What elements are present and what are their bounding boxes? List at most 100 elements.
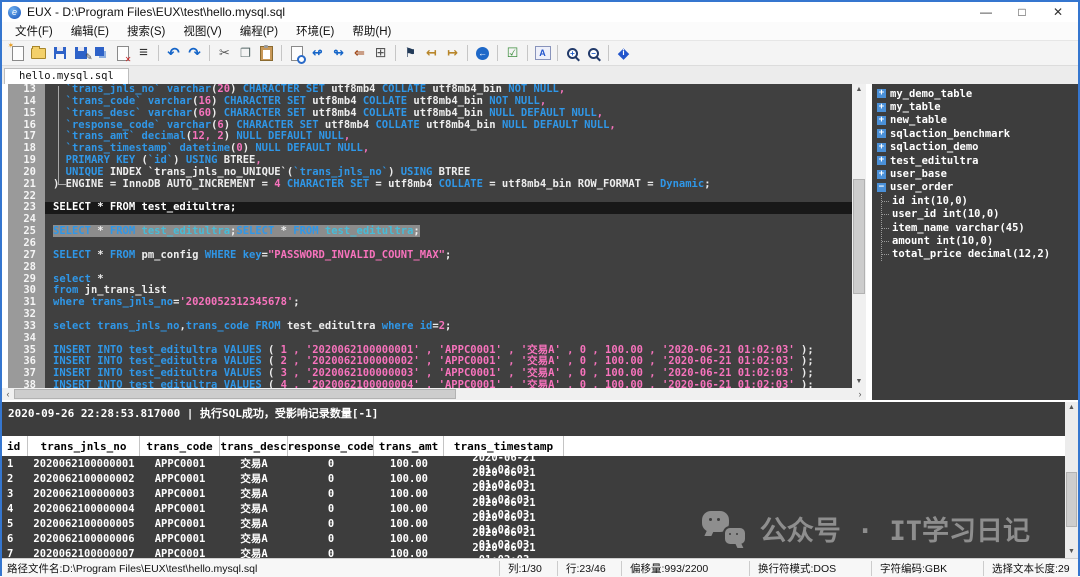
paste-icon[interactable] [257,44,276,63]
menu-item-6[interactable]: 帮助(H) [343,22,400,40]
save-as-icon[interactable] [71,44,90,63]
code-line[interactable]: 31where trans_jnls_no='2020052312345678'… [2,297,852,309]
tree-column-item[interactable]: id int(10,0) [882,194,1078,207]
scroll-left-icon[interactable]: ‹ [2,388,14,400]
next-bookmark-icon[interactable] [443,44,462,63]
tree-item-new_table[interactable]: +new_table [877,114,1078,127]
line-number: 34 [2,333,45,345]
column-header-trans_timestamp[interactable]: trans_timestamp [444,436,564,456]
line-number: 14 [2,96,45,108]
tree-item-sqlaction_benchmark[interactable]: +sqlaction_benchmark [877,127,1078,140]
zoom-in-icon[interactable] [563,44,582,63]
editor-vertical-scrollbar[interactable]: ▲ ▼ [852,84,866,388]
collapse-icon[interactable]: − [877,183,886,192]
code-line-text: SELECT * FROM test_editultra; [45,202,852,214]
copy-icon[interactable] [236,44,255,63]
menu-item-1[interactable]: 编辑(E) [62,22,118,40]
editor-horizontal-scrollbar[interactable]: ‹ › [2,388,866,400]
code-line[interactable]: 28 [2,262,852,274]
table-cell: APPC0001 [140,548,220,559]
line-list-icon[interactable] [134,44,153,63]
column-header-response_code[interactable]: response_code [288,436,374,456]
expand-icon[interactable]: + [877,170,886,179]
maximize-button[interactable]: □ [1004,3,1040,21]
column-header-id[interactable]: id [2,436,28,456]
code-line[interactable]: 38INSERT INTO test_editultra VALUES ( 4 … [2,380,852,388]
column-header-trans_code[interactable]: trans_code [140,436,220,456]
table-cell: 100.00 [374,458,444,470]
menu-item-4[interactable]: 编程(P) [231,22,287,40]
close-button[interactable]: ✕ [1040,3,1076,21]
scrollbar-thumb[interactable] [1066,472,1077,527]
scrollbar-thumb[interactable] [853,179,865,294]
scrollbar-thumb[interactable] [14,389,456,399]
expand-icon[interactable]: + [877,89,886,98]
table-cell: APPC0001 [140,518,220,530]
scroll-down-icon[interactable]: ▼ [1065,546,1078,558]
menu-item-5[interactable]: 环境(E) [287,22,343,40]
bookmark-icon[interactable] [401,44,420,63]
menu-item-2[interactable]: 搜索(S) [118,22,174,40]
expand-icon[interactable]: + [877,129,886,138]
code-line[interactable]: 27SELECT * FROM pm_config WHERE key="PAS… [2,250,852,262]
scroll-up-icon[interactable]: ▲ [852,84,866,96]
minimize-button[interactable]: — [968,3,1004,21]
expand-icon[interactable]: + [877,143,886,152]
column-header-trans_jnls_no[interactable]: trans_jnls_no [28,436,140,456]
column-header-trans_desc[interactable]: trans_desc [220,436,288,456]
redo-icon[interactable] [185,44,204,63]
line-number: 28 [2,262,45,274]
about-icon[interactable] [614,44,633,63]
watermark-text: 公众号 · IT学习日记 [760,509,1030,548]
tree-item-user_base[interactable]: +user_base [877,167,1078,180]
tree-column-item[interactable]: user_id int(10,0) [882,208,1078,221]
tree-item-sqlaction_demo[interactable]: +sqlaction_demo [877,141,1078,154]
jump-back-icon[interactable] [350,44,369,63]
search-next-icon[interactable] [329,44,348,63]
tree-item-user_order[interactable]: −user_order [877,181,1078,194]
table-cell: 2020062100000007 [28,548,140,559]
tab-active-file[interactable]: hello.mysql.sql [4,68,129,84]
open-file-icon[interactable] [29,44,48,63]
tree-item-my_table[interactable]: +my_table [877,100,1078,113]
column-header-trans_amt[interactable]: trans_amt [374,436,444,456]
app-logo-icon [8,6,21,19]
new-file-icon[interactable] [8,44,27,63]
go-back-icon[interactable] [473,44,492,63]
save-all-icon[interactable] [92,44,111,63]
cut-icon[interactable] [215,44,234,63]
table-cell: 交易A [220,546,288,558]
code-editor[interactable]: 13 `trans_jnls_no` varchar(20) CHARACTER… [2,84,852,388]
expand-icon[interactable]: + [877,156,886,165]
tree-item-my_demo_table[interactable]: +my_demo_table [877,87,1078,100]
close-file-icon[interactable] [113,44,132,63]
table-cell: 2020062100000002 [28,473,140,485]
code-line[interactable]: 25SELECT * FROM test_editultra;SELECT * … [2,226,852,238]
prev-bookmark-icon[interactable] [422,44,441,63]
code-line[interactable]: 33select trans_jnls_no,trans_code FROM t… [2,321,852,333]
code-line[interactable]: 23SELECT * FROM test_editultra; [2,202,852,214]
results-vertical-scrollbar[interactable]: ▲ ▼ [1065,402,1078,558]
zoom-out-icon[interactable] [584,44,603,63]
tree-column-item[interactable]: total_price decimal(12,2) [882,248,1078,261]
menu-item-0[interactable]: 文件(F) [6,22,62,40]
status-file-path: 路径文件名:D:\Program Files\EUX\test\hello.my… [2,561,499,576]
search-prev-icon[interactable] [308,44,327,63]
replace-grid-icon[interactable] [371,44,390,63]
tree-column-item[interactable]: item_name varchar(45) [882,221,1078,234]
log-message: 2020-09-26 22:28:53.817000 | 执行SQL成功，受影响… [8,407,378,420]
undo-icon[interactable] [164,44,183,63]
menu-item-3[interactable]: 视图(V) [174,22,230,40]
tree-column-item[interactable]: amount int(10,0) [882,234,1078,247]
syntax-color-icon[interactable] [533,44,552,63]
save-icon[interactable] [50,44,69,63]
scroll-down-icon[interactable]: ▼ [852,376,866,388]
tree-item-test_editultra[interactable]: +test_editultra [877,154,1078,167]
code-line[interactable]: 21) ENGINE = InnoDB AUTO_INCREMENT = 4 C… [2,179,852,191]
scroll-up-icon[interactable]: ▲ [1065,402,1078,414]
expand-icon[interactable]: + [877,103,886,112]
scroll-right-icon[interactable]: › [854,388,866,400]
find-icon[interactable] [287,44,306,63]
task-list-icon[interactable] [503,44,522,63]
expand-icon[interactable]: + [877,116,886,125]
